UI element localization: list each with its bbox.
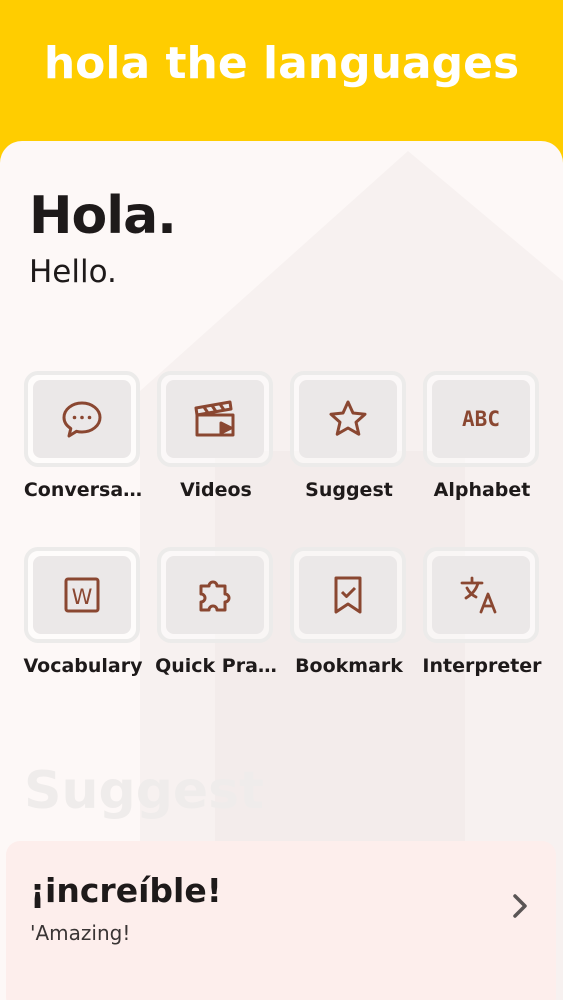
home-sheet: Hola. Hello. Conversa… Videos Suggest AB… bbox=[0, 141, 563, 1000]
app-window: hola the languages Hola. Hello. Conversa… bbox=[0, 0, 563, 1000]
chat-bubble-icon bbox=[62, 401, 102, 438]
menu-item-quick-practice[interactable]: Quick Pra… bbox=[152, 547, 284, 692]
menu-item-suggest[interactable]: Suggest bbox=[285, 371, 417, 516]
bookmark-check-icon bbox=[334, 576, 362, 614]
menu-item-box bbox=[423, 547, 539, 643]
greeting-phrase: Hola. bbox=[29, 186, 177, 246]
menu-item-label: Suggest bbox=[305, 479, 393, 501]
menu-item-box bbox=[24, 371, 140, 467]
menu-item-label: Quick Pra… bbox=[155, 655, 277, 677]
svg-text:ABC: ABC bbox=[462, 407, 500, 431]
menu-item-box bbox=[290, 547, 406, 643]
puzzle-icon bbox=[199, 580, 231, 612]
star-icon bbox=[329, 400, 367, 436]
menu-item-label: Videos bbox=[180, 479, 252, 501]
clapperboard-icon bbox=[194, 400, 235, 437]
suggest-meaning: 'Amazing! bbox=[30, 921, 131, 945]
abc-icon: ABC bbox=[462, 407, 500, 431]
menu-item-label: Interpreter bbox=[422, 655, 542, 677]
menu-item-box bbox=[157, 371, 273, 467]
menu-item-bookmark[interactable]: Bookmark bbox=[285, 547, 417, 692]
suggest-section-title: Suggest bbox=[24, 761, 264, 821]
menu-item-box bbox=[157, 547, 273, 643]
chevron-right-icon[interactable] bbox=[506, 891, 534, 921]
menu-item-box: W bbox=[24, 547, 140, 643]
menu-item-conversation[interactable]: Conversa… bbox=[19, 371, 151, 516]
menu-item-label: Vocabulary bbox=[23, 655, 143, 677]
greeting-translation: Hello. bbox=[29, 254, 117, 290]
word-document-icon: W bbox=[64, 577, 100, 613]
menu-item-alphabet[interactable]: ABC Alphabet bbox=[418, 371, 550, 516]
menu-item-videos[interactable]: Videos bbox=[152, 371, 284, 516]
menu-item-label: Alphabet bbox=[433, 479, 531, 501]
menu-item-interpreter[interactable]: Interpreter bbox=[418, 547, 550, 692]
menu-item-vocabulary[interactable]: W Vocabulary bbox=[19, 547, 151, 692]
menu-item-label: Bookmark bbox=[295, 655, 403, 677]
app-title: hola the languages bbox=[43, 38, 520, 89]
translate-icon bbox=[460, 576, 497, 614]
menu-item-label: Conversa… bbox=[23, 479, 143, 501]
svg-text:W: W bbox=[72, 585, 93, 609]
menu-item-box: ABC bbox=[423, 371, 539, 467]
suggest-word: ¡increíble! bbox=[30, 871, 222, 910]
menu-item-box bbox=[290, 371, 406, 467]
suggest-card[interactable]: ¡increíble! 'Amazing! bbox=[6, 841, 556, 1000]
